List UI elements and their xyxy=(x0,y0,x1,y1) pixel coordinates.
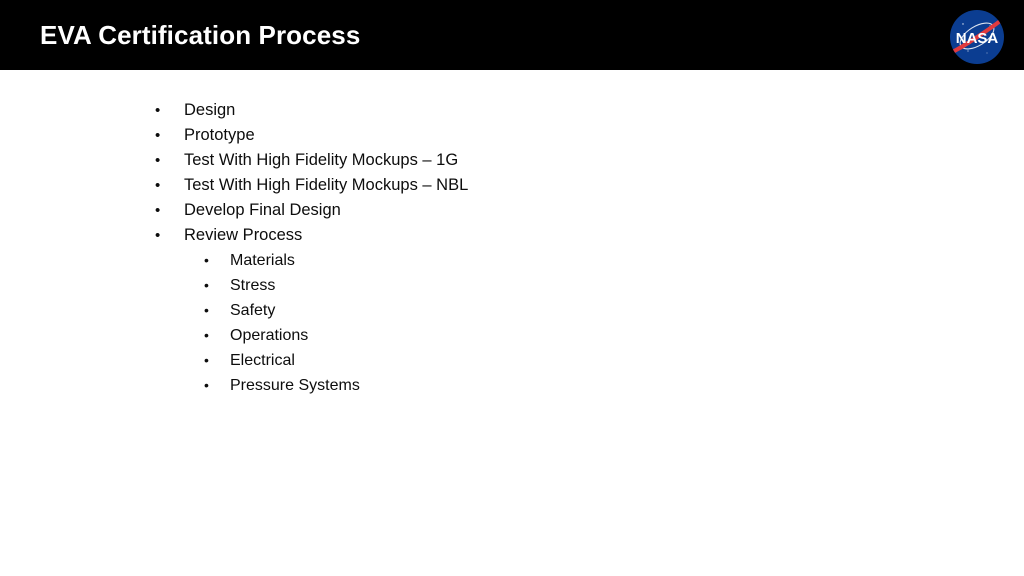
bullet-icon: • xyxy=(155,177,161,194)
list-item: • Develop Final Design xyxy=(155,198,915,223)
bullet-icon: • xyxy=(204,377,209,393)
bullet-icon: • xyxy=(155,102,161,119)
slide-body: • Design • Prototype • Test With High Fi… xyxy=(0,70,1024,576)
list-item-label: Operations xyxy=(230,327,309,344)
bullet-icon: • xyxy=(204,327,209,343)
list-item: • Safety xyxy=(155,298,915,323)
list-item: • Stress xyxy=(155,273,915,298)
bullet-icon: • xyxy=(155,127,161,144)
slide-header-bar: EVA Certification Process NASA xyxy=(0,0,1024,70)
bullet-icon: • xyxy=(155,227,161,244)
list-item: • Materials xyxy=(155,248,915,273)
list-item-label: Electrical xyxy=(230,352,295,369)
nasa-meatball-logo: NASA xyxy=(949,9,1005,65)
page-title: EVA Certification Process xyxy=(40,20,361,50)
list-item-label: Materials xyxy=(230,252,295,269)
list-item: • Test With High Fidelity Mockups – NBL xyxy=(155,173,915,198)
list-item-label: Design xyxy=(184,101,236,119)
list-item: • Prototype xyxy=(155,123,915,148)
slide: EVA Certification Process NASA • Design … xyxy=(0,0,1024,576)
list-item: • Design xyxy=(155,98,915,123)
list-item: • Test With High Fidelity Mockups – 1G xyxy=(155,148,915,173)
list-item-label: Stress xyxy=(230,277,276,294)
list-item-label: Review Process xyxy=(184,226,303,244)
bullet-icon: • xyxy=(155,152,161,169)
list-item-label: Prototype xyxy=(184,126,255,144)
list-item: • Pressure Systems xyxy=(155,373,915,398)
certification-process-list: • Design • Prototype • Test With High Fi… xyxy=(155,98,915,398)
list-item-label: Develop Final Design xyxy=(184,201,341,219)
bullet-icon: • xyxy=(204,252,209,268)
list-item-label: Test With High Fidelity Mockups – NBL xyxy=(184,176,469,194)
nasa-wordmark: NASA xyxy=(956,30,999,47)
list-item: • Electrical xyxy=(155,348,915,373)
list-item-label: Safety xyxy=(230,302,276,319)
bullet-icon: • xyxy=(155,202,161,219)
list-item-label: Test With High Fidelity Mockups – 1G xyxy=(184,151,459,169)
bullet-icon: • xyxy=(204,277,209,293)
list-item: • Operations xyxy=(155,323,915,348)
bullet-icon: • xyxy=(204,352,209,368)
list-item: • Review Process xyxy=(155,223,915,248)
bullet-icon: • xyxy=(204,302,209,318)
list-item-label: Pressure Systems xyxy=(230,377,360,394)
